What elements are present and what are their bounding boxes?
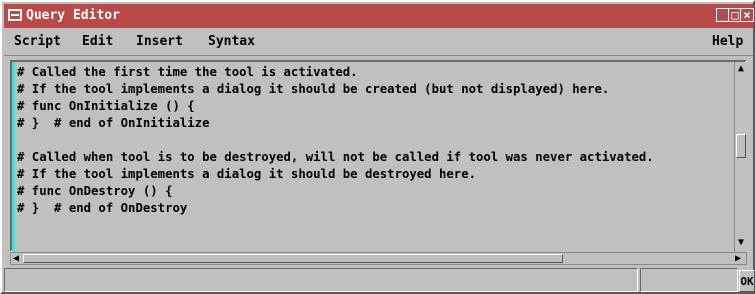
code-line: # } # end of OnInitialize xyxy=(17,116,210,130)
ok-button[interactable]: OK xyxy=(739,270,755,292)
title-bar[interactable]: Query Editor _ □ × xyxy=(4,4,754,28)
code-line: # If the tool implements a dialog it sho… xyxy=(17,82,610,96)
code-line: # } # end of OnDestroy xyxy=(17,201,188,215)
system-menu-icon[interactable] xyxy=(8,9,22,21)
vertical-scroll-thumb[interactable] xyxy=(736,134,746,158)
code-line: # Called the first time the tool is acti… xyxy=(17,65,358,79)
script-editor[interactable]: # Called the first time the tool is acti… xyxy=(12,62,734,252)
menu-bar: Script Edit Insert Syntax Help xyxy=(4,29,753,56)
menu-insert[interactable]: Insert xyxy=(136,29,183,55)
scroll-down-icon[interactable]: ▼ xyxy=(736,238,746,248)
code-line: # If the tool implements a dialog it sho… xyxy=(17,167,477,181)
scroll-left-icon[interactable]: ◀ xyxy=(13,253,23,264)
code-line: # Called when tool is to be destroyed, w… xyxy=(17,150,654,164)
vertical-scrollbar[interactable]: ▲ ▼ xyxy=(734,62,747,252)
scroll-up-icon[interactable]: ▲ xyxy=(736,64,746,74)
query-editor-window: Query Editor _ □ × Script Edit Insert Sy… xyxy=(0,0,755,294)
menu-edit[interactable]: Edit xyxy=(82,29,113,55)
menu-syntax[interactable]: Syntax xyxy=(208,29,255,55)
menu-script[interactable]: Script xyxy=(14,29,61,55)
menu-help[interactable]: Help xyxy=(712,29,743,55)
status-field xyxy=(4,268,638,292)
script-editor-frame: # Called the first time the tool is acti… xyxy=(10,60,747,252)
horizontal-scroll-thumb[interactable] xyxy=(23,254,563,263)
scroll-right-icon[interactable]: ▶ xyxy=(731,253,741,264)
status-field-secondary xyxy=(640,268,738,292)
window-title: Query Editor xyxy=(26,8,120,23)
close-icon[interactable]: × xyxy=(740,8,754,22)
code-line: # func OnDestroy () { xyxy=(17,184,173,198)
horizontal-scrollbar[interactable]: ◀ ▶ xyxy=(10,252,747,265)
code-line: # func OnInitialize () { xyxy=(17,99,195,113)
